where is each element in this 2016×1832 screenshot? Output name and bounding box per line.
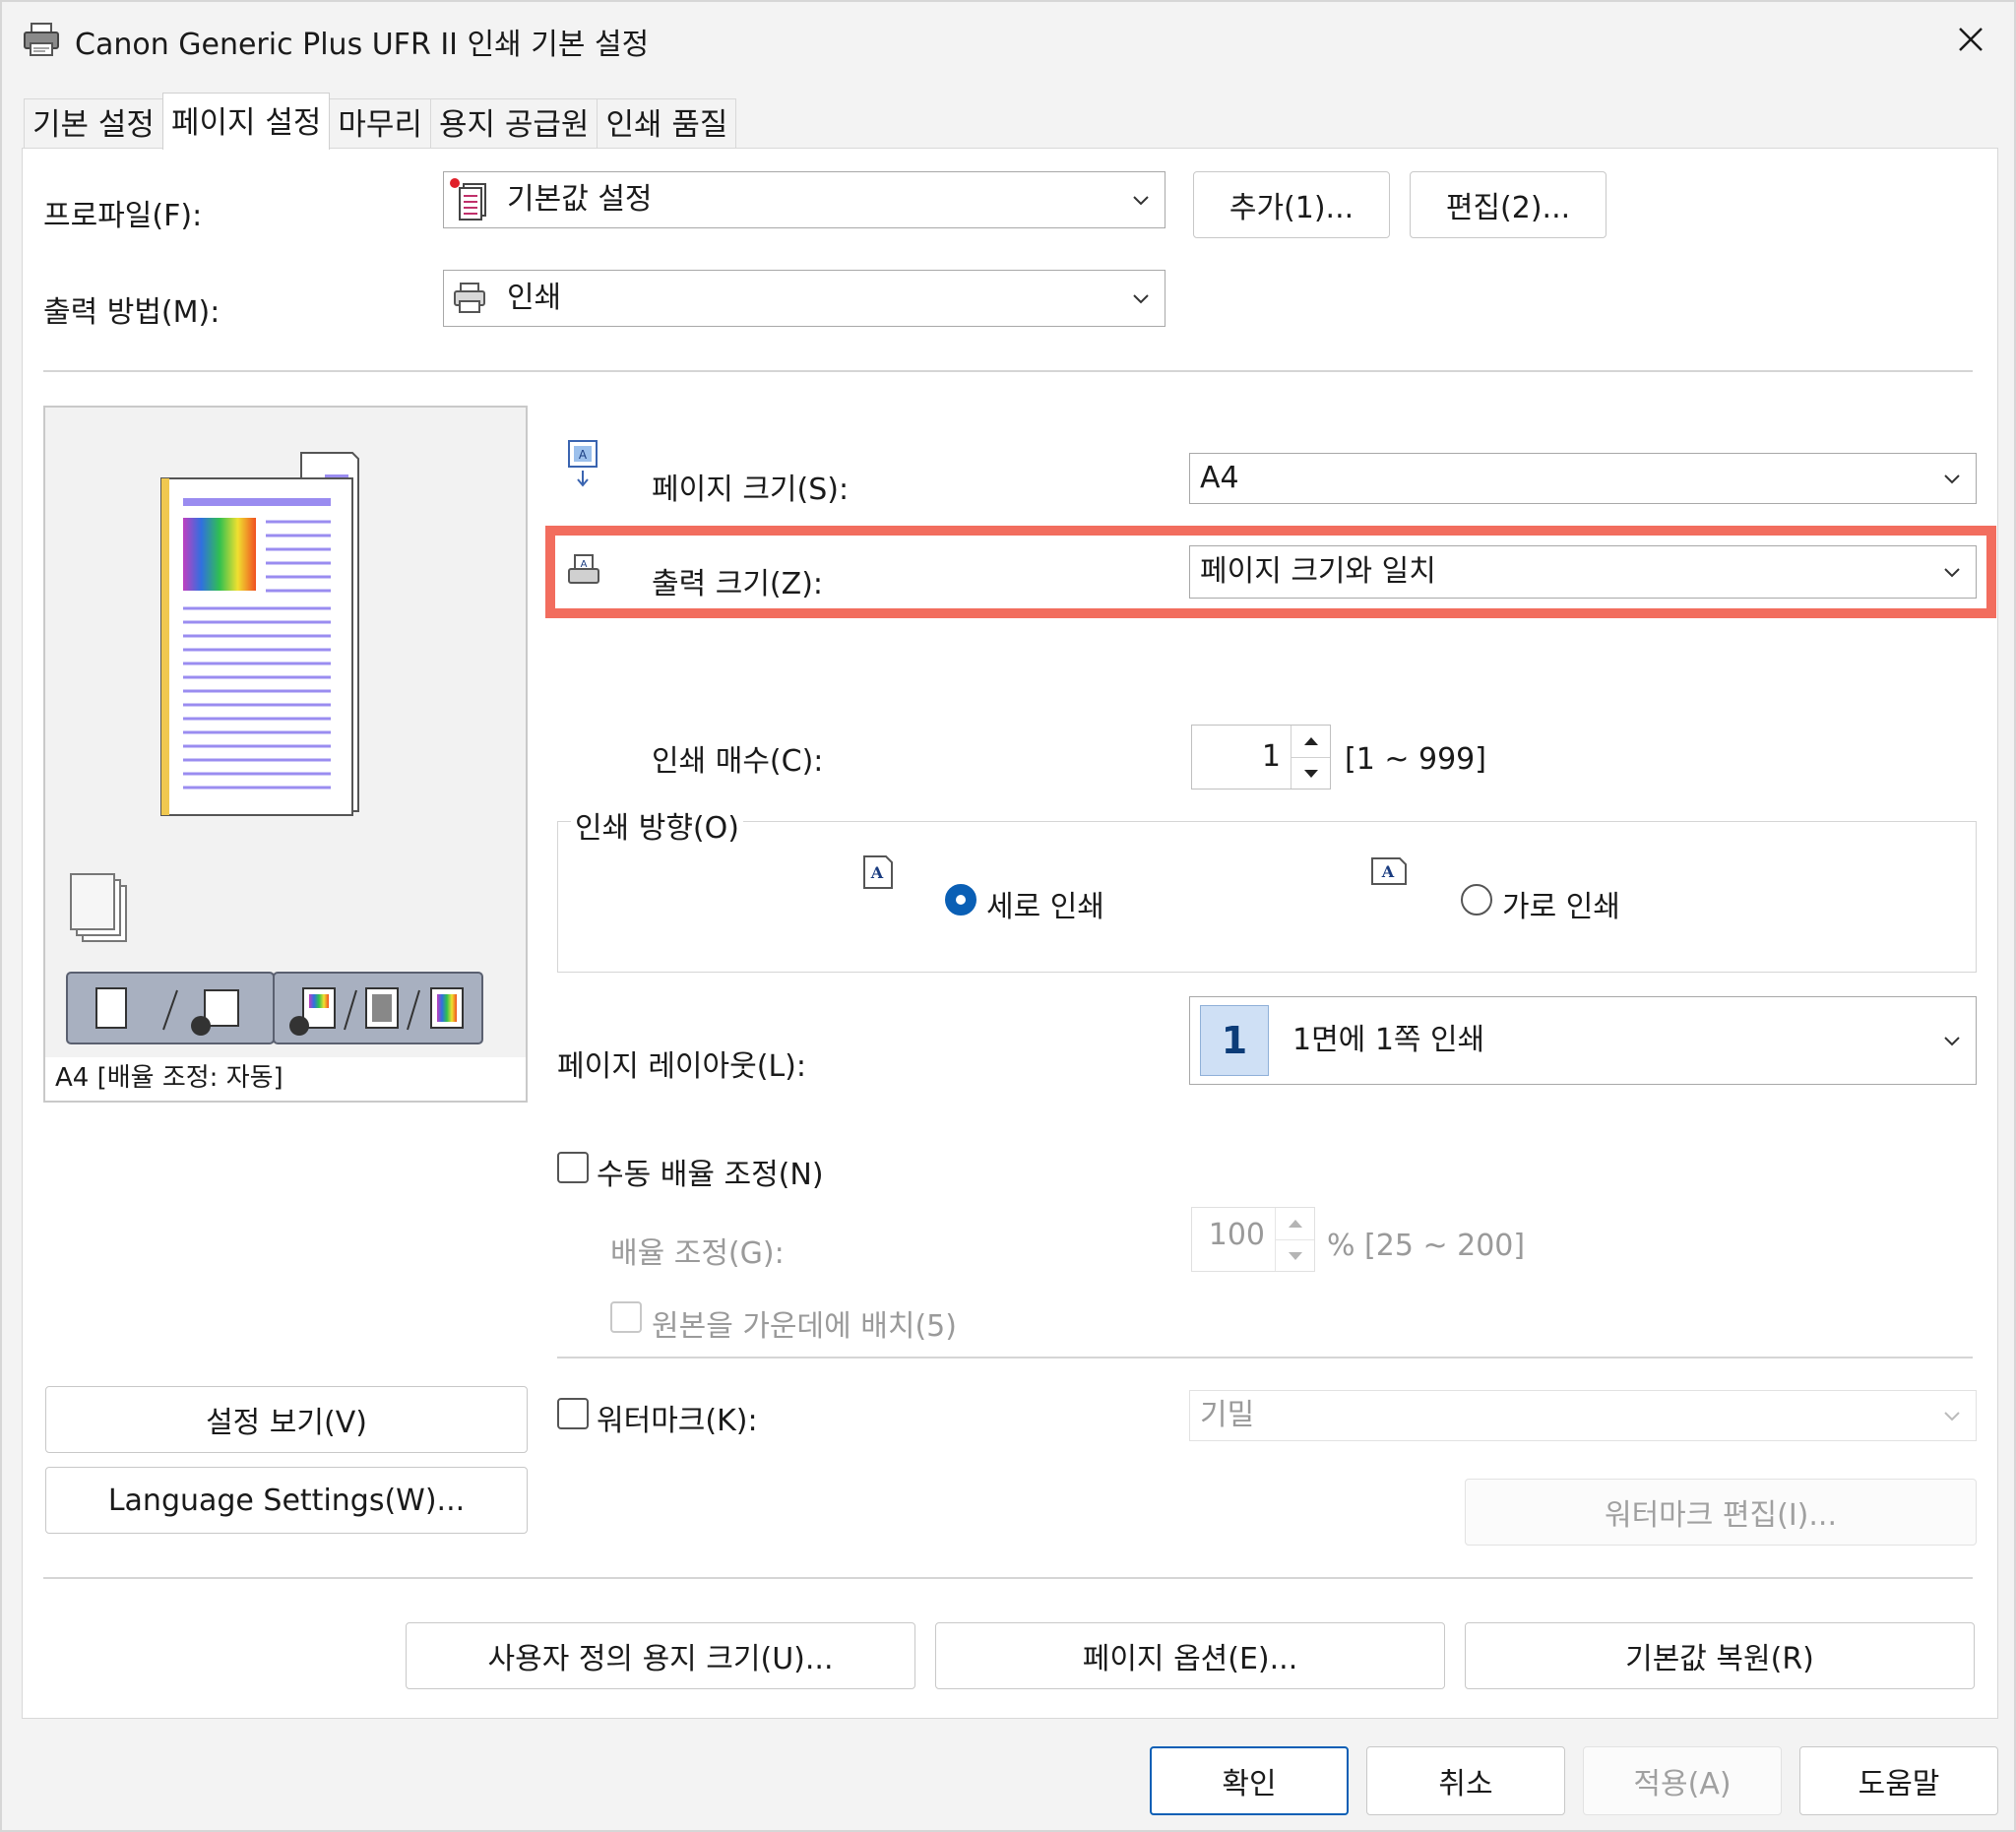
close-button[interactable] — [1945, 14, 1996, 65]
landscape-radio[interactable] — [1461, 884, 1492, 916]
profile-edit-button[interactable]: 편집(2)... — [1410, 171, 1606, 238]
profile-add-button[interactable]: 추가(1)... — [1193, 171, 1390, 238]
page-size-label: 페이지 크기(S): — [652, 473, 850, 507]
preview-caption: A4 [배율 조정: 자동] — [55, 1063, 284, 1093]
page-layout-dropdown[interactable]: 1 1면에 1쪽 인쇄 — [1189, 996, 1977, 1085]
output-size-dropdown[interactable]: 페이지 크기와 일치 — [1189, 545, 1977, 599]
scale-range: % [25 ~ 200] — [1327, 1229, 1526, 1263]
copies-stepper[interactable]: 1 — [1191, 725, 1331, 790]
page-layout-value: 1면에 1쪽 인쇄 — [1292, 1023, 1485, 1057]
watermark-value: 기밀 — [1200, 1398, 1255, 1432]
center-original-label: 원본을 가운데에 배치(5) — [652, 1309, 957, 1344]
orientation-group — [557, 821, 1977, 973]
copies-arrows — [1291, 726, 1330, 789]
copies-increment[interactable] — [1292, 726, 1330, 757]
copies-label: 인쇄 매수(C): — [652, 744, 824, 779]
custom-paper-size-button[interactable]: 사용자 정의 용지 크기(U)... — [406, 1622, 915, 1689]
tab-finishing[interactable]: 마무리 — [329, 98, 431, 150]
title-bar: Canon Generic Plus UFR II 인쇄 기본 설정 — [2, 2, 2014, 77]
chevron-down-icon — [1944, 474, 1960, 484]
watermark-label: 워터마크(K): — [597, 1404, 758, 1438]
output-size-label: 출력 크기(Z): — [652, 567, 824, 601]
output-method-value: 인쇄 — [507, 281, 562, 315]
tab-paper-source[interactable]: 용지 공급원 — [429, 98, 598, 150]
tab-strip: 기본 설정 페이지 설정 마무리 용지 공급원 인쇄 품질 — [24, 93, 737, 150]
profile-dropdown[interactable]: 기본값 설정 — [443, 171, 1166, 228]
landscape-icon: A — [1370, 856, 1408, 890]
ok-button[interactable]: 확인 — [1150, 1746, 1349, 1815]
copies-decrement[interactable] — [1292, 757, 1330, 789]
watermark-edit-button: 워터마크 편집(I)... — [1465, 1479, 1977, 1546]
output-method-label: 출력 방법(M): — [43, 295, 220, 330]
output-size-icon: A — [567, 553, 600, 589]
layout-badge-icon: 1 — [1200, 1005, 1269, 1076]
scale-stepper: 100 — [1191, 1207, 1315, 1272]
language-settings-button[interactable]: Language Settings(W)... — [45, 1467, 528, 1534]
arrow-up-icon — [1288, 1220, 1302, 1228]
print-preferences-window: Canon Generic Plus UFR II 인쇄 기본 설정 기본 설정… — [0, 0, 2016, 1832]
portrait-label: 세로 인쇄 — [986, 890, 1104, 924]
window-title: Canon Generic Plus UFR II 인쇄 기본 설정 — [75, 28, 650, 62]
close-icon — [1959, 28, 1983, 51]
orientation-group-title: 인쇄 방향(O) — [571, 803, 743, 847]
copies-value: 1 — [1261, 739, 1281, 774]
svg-text:A: A — [579, 448, 588, 462]
portrait-radio[interactable] — [945, 884, 976, 916]
scale-decrement — [1276, 1239, 1314, 1271]
separator — [43, 1577, 1973, 1579]
scale-increment — [1276, 1208, 1314, 1239]
landscape-label: 가로 인쇄 — [1502, 890, 1620, 924]
arrow-up-icon — [1303, 737, 1318, 745]
tab-print-quality[interactable]: 인쇄 품질 — [597, 98, 737, 150]
printer-icon — [452, 281, 487, 320]
manual-scaling-checkbox[interactable] — [557, 1152, 589, 1183]
watermark-dropdown: 기밀 — [1189, 1390, 1977, 1441]
chevron-down-icon — [1133, 294, 1149, 304]
apply-button: 적용(A) — [1583, 1746, 1782, 1815]
arrow-down-icon — [1288, 1251, 1302, 1260]
output-method-dropdown[interactable]: 인쇄 — [443, 270, 1166, 327]
separator — [557, 1357, 1973, 1358]
chevron-down-icon — [1944, 1037, 1960, 1046]
scale-label: 배율 조정(G): — [610, 1236, 785, 1271]
help-button[interactable]: 도움말 — [1799, 1746, 1998, 1815]
portrait-icon: A — [862, 854, 894, 894]
portrait-icon-letter: A — [870, 863, 884, 882]
page-options-button[interactable]: 페이지 옵션(E)... — [935, 1622, 1445, 1689]
page-layout-label: 페이지 레이아웃(L): — [557, 1049, 806, 1084]
chevron-down-icon — [1944, 568, 1960, 578]
view-settings-button[interactable]: 설정 보기(V) — [45, 1386, 528, 1453]
profile-label: 프로파일(F): — [43, 199, 203, 233]
landscape-icon-letter: A — [1381, 862, 1395, 881]
chevron-down-icon — [1944, 1412, 1960, 1421]
tab-page-setup[interactable]: 페이지 설정 — [161, 93, 331, 150]
cancel-button[interactable]: 취소 — [1366, 1746, 1565, 1815]
page-size-icon: A — [565, 439, 600, 494]
page-preview: A4 [배율 조정: 자동] — [43, 406, 528, 1103]
restore-defaults-button[interactable]: 기본값 복원(R) — [1465, 1622, 1975, 1689]
scale-value: 100 — [1208, 1218, 1265, 1252]
copies-range: [1 ~ 999] — [1345, 742, 1486, 777]
page-size-dropdown[interactable]: A4 — [1189, 453, 1977, 504]
printer-icon — [22, 20, 61, 59]
manual-scaling-label: 수동 배율 조정(N) — [597, 1158, 824, 1192]
tab-basic-settings[interactable]: 기본 설정 — [24, 98, 163, 150]
center-original-checkbox — [610, 1301, 642, 1333]
watermark-checkbox[interactable] — [557, 1398, 589, 1429]
profile-icon — [448, 176, 491, 227]
chevron-down-icon — [1133, 196, 1149, 206]
separator — [43, 370, 1973, 372]
arrow-down-icon — [1303, 769, 1318, 778]
page-size-value: A4 — [1200, 461, 1239, 495]
preview-document-icon — [45, 452, 526, 1101]
scale-arrows — [1275, 1208, 1314, 1271]
profile-value: 기본값 설정 — [507, 182, 653, 217]
output-size-value: 페이지 크기와 일치 — [1200, 554, 1436, 589]
